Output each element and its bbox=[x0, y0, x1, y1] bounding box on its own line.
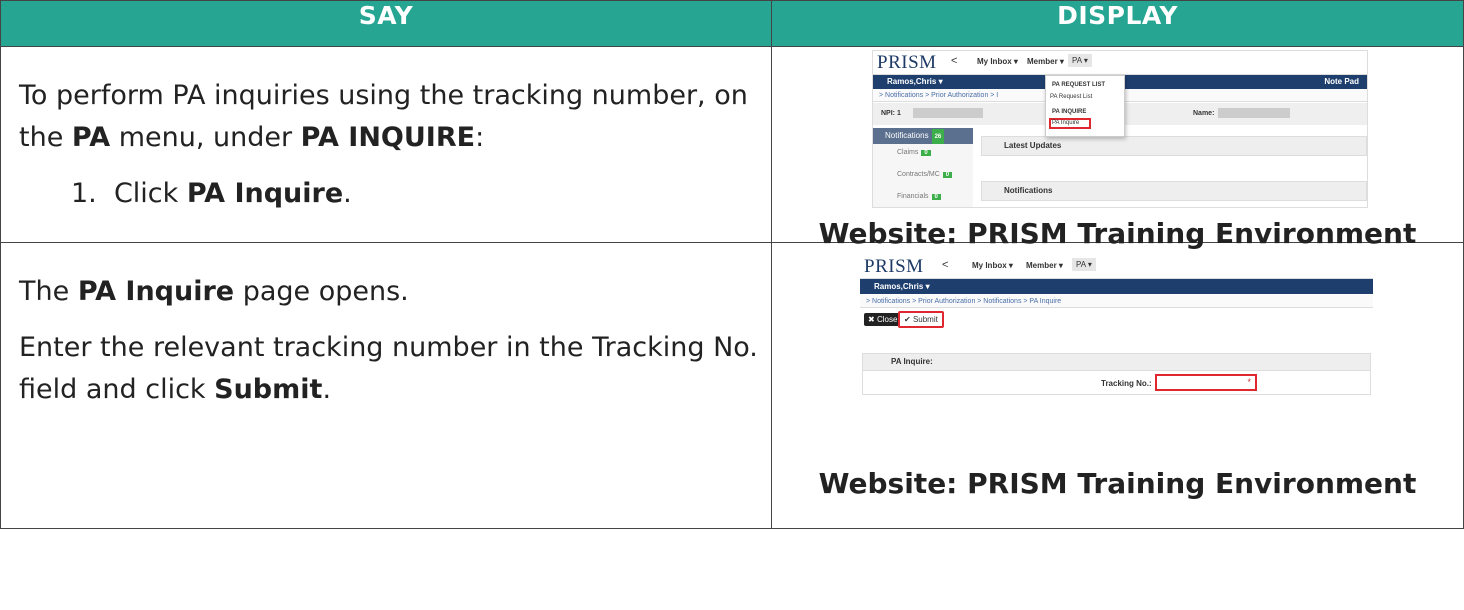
close-button[interactable]: ✖ Close bbox=[864, 313, 902, 326]
dd-inquire-header: PA INQUIRE bbox=[1052, 109, 1087, 115]
notifications-panel: Notifications bbox=[981, 181, 1367, 201]
close-icon: ✖ bbox=[868, 315, 875, 324]
required-marker: * bbox=[1247, 377, 1251, 387]
prism-logo: PRISM bbox=[864, 256, 924, 277]
collapse-chevron-icon[interactable]: < bbox=[951, 55, 957, 67]
menu-member[interactable]: Member ▾ bbox=[1026, 261, 1063, 270]
display-cell-2: PRISM < My Inbox ▾ Member ▾ PA ▾ Ramos,C… bbox=[771, 242, 1464, 529]
say-paragraph: To perform PA inquiries using the tracki… bbox=[19, 80, 748, 153]
say-header: SAY bbox=[0, 0, 772, 47]
prism-screenshot: PRISM < My Inbox ▾ Member ▾ PA ▾ Ramos,C… bbox=[860, 255, 1373, 431]
submit-button[interactable]: ✔ Submit bbox=[898, 311, 944, 328]
name-label: Name: bbox=[1193, 110, 1215, 117]
dd-request-list-header: PA REQUEST LIST bbox=[1052, 82, 1106, 88]
note-pad-button[interactable]: Note Pad bbox=[1324, 77, 1359, 86]
menu-my-inbox[interactable]: My Inbox ▾ bbox=[972, 261, 1013, 270]
user-menu[interactable]: Ramos,Chris ▾ bbox=[887, 77, 943, 86]
say-paragraph: Enter the relevant tracking number in th… bbox=[19, 332, 758, 405]
latest-updates-panel: Latest Updates bbox=[981, 136, 1367, 156]
sidebar-claims[interactable]: Claims 0 bbox=[897, 149, 931, 156]
npi-value-redacted bbox=[913, 108, 983, 118]
pa-inquire-panel-header: PA Inquire: bbox=[862, 353, 1371, 371]
user-menu[interactable]: Ramos,Chris ▾ bbox=[874, 282, 930, 291]
menu-pa[interactable]: PA ▾ bbox=[1068, 54, 1092, 67]
tracking-no-label: Tracking No.: bbox=[1101, 379, 1152, 388]
tracking-no-input[interactable]: * bbox=[1155, 374, 1257, 391]
npi-label: NPI: 1 bbox=[881, 110, 901, 117]
say-paragraph: The PA Inquire page opens. bbox=[19, 276, 409, 307]
menu-member[interactable]: Member ▾ bbox=[1027, 57, 1064, 66]
prism-screenshot: PRISM < My Inbox ▾ Member ▾ PA ▾ Ramos,C… bbox=[872, 50, 1368, 208]
dd-request-list-item[interactable]: PA Request List bbox=[1050, 94, 1092, 100]
name-value-redacted bbox=[1218, 108, 1290, 118]
step-item: 1. Click PA Inquire. bbox=[71, 178, 352, 209]
display-header: DISPLAY bbox=[771, 0, 1464, 47]
menu-my-inbox[interactable]: My Inbox ▾ bbox=[977, 57, 1018, 66]
dd-inquire-item[interactable]: PA Inquire bbox=[1049, 118, 1091, 129]
training-table: SAY DISPLAY To perform PA inquiries usin… bbox=[0, 0, 1464, 529]
say-cell-1: To perform PA inquiries using the tracki… bbox=[0, 46, 772, 243]
breadcrumb: > Notifications > Prior Authorization > … bbox=[860, 295, 1373, 308]
pa-dropdown-menu: PA REQUEST LIST PA Request List PA INQUI… bbox=[1045, 75, 1125, 137]
check-circle-icon: ✔ bbox=[904, 315, 911, 324]
sidebar-contracts[interactable]: Contracts/MC 0 bbox=[897, 171, 953, 178]
prism-logo: PRISM bbox=[877, 52, 937, 73]
pa-inquire-panel-body: Tracking No.: * bbox=[862, 371, 1371, 395]
say-cell-2: The PA Inquire page opens. Enter the rel… bbox=[0, 242, 772, 529]
sidebar-financials[interactable]: Financials 0 bbox=[897, 193, 941, 200]
display-cell-1: PRISM < My Inbox ▾ Member ▾ PA ▾ Ramos,C… bbox=[771, 46, 1464, 250]
menu-pa[interactable]: PA ▾ bbox=[1072, 258, 1096, 271]
sidebar-notifications[interactable]: Notifications 26 bbox=[873, 128, 973, 145]
step-list: 1. Click PA Inquire. bbox=[71, 173, 771, 215]
caption: Website: PRISM Training Environment bbox=[818, 467, 1417, 500]
collapse-chevron-icon[interactable]: < bbox=[942, 259, 948, 271]
